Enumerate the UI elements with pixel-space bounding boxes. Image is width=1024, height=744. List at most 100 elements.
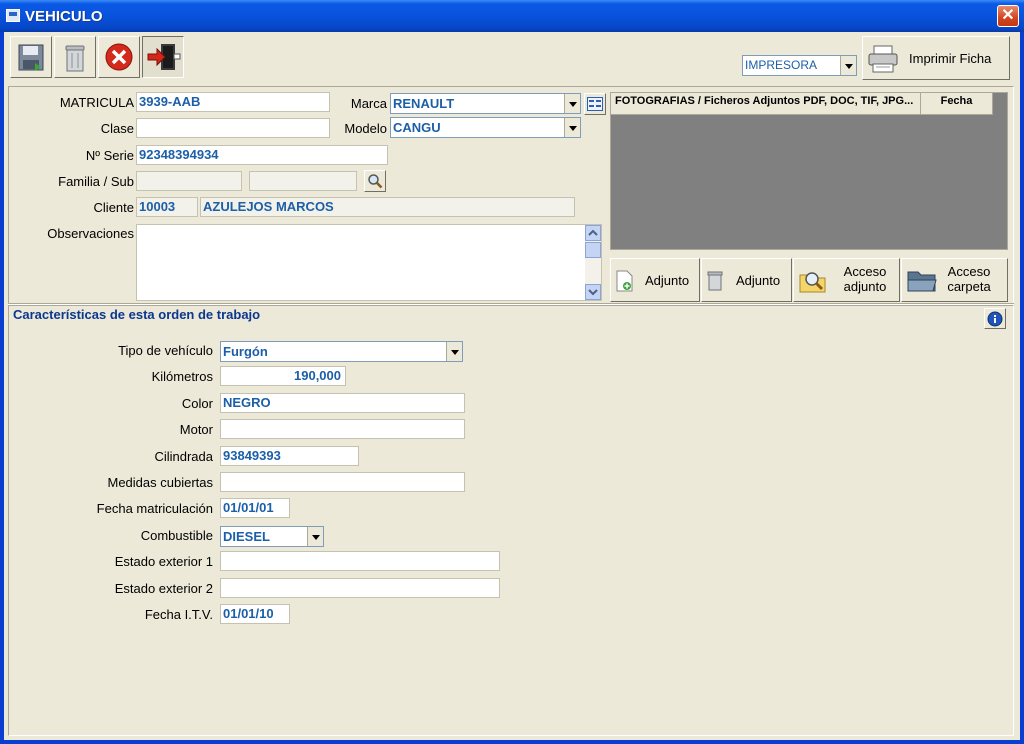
estado-exterior-2-field[interactable] [220,578,500,598]
estado-exterior-1-label: Estado exterior 1 [114,554,213,569]
clase-label: Clase [100,121,134,136]
modelo-label: Modelo [344,121,387,136]
attachments-date-header[interactable]: Fecha [921,93,993,115]
chevron-down-icon[interactable] [840,56,856,75]
marca-label: Marca [350,96,387,111]
chevron-down-icon[interactable] [446,342,462,361]
exit-door-icon [147,44,181,70]
scroll-down-button[interactable] [585,284,601,300]
subfamilia-field[interactable] [249,171,357,191]
delete-attachment-label: Adjunto [736,273,781,288]
chevron-down-icon[interactable] [564,118,580,137]
open-folder-line2: carpeta [947,279,991,294]
serie-label: Nº Serie [85,148,134,163]
window-title: VEHICULO [25,8,103,25]
chevron-down-icon [588,289,598,296]
add-attachment-button[interactable]: Adjunto [610,258,700,302]
open-folder-button[interactable]: Acceso carpeta [901,258,1008,302]
modelo-value: CANGU [393,120,441,135]
marca-select[interactable]: RENAULT [390,93,581,114]
kilometros-label: Kilómetros [151,369,213,384]
observaciones-scrollbar[interactable] [585,225,601,300]
marca-value: RENAULT [393,96,455,111]
add-attachment-icon [616,270,633,292]
printer-select[interactable]: IMPRESORA [742,55,857,76]
open-folder-icon [907,271,937,292]
cliente-code-field[interactable]: 10003 [136,197,198,217]
open-folder-label: Acceso carpeta [942,264,996,294]
cilindrada-label: Cilindrada [154,449,213,464]
medidas-field[interactable] [220,472,465,492]
printer-icon [868,45,898,73]
red-x-icon [105,43,133,71]
estado-exterior-2-label: Estado exterior 2 [114,581,213,596]
fecha-matriculacion-label: Fecha matriculación [96,501,213,516]
clase-field[interactable] [136,118,330,138]
scroll-up-button[interactable] [585,225,601,241]
open-attachment-line1: Acceso [843,264,887,279]
print-record-button[interactable]: Imprimir Ficha [862,36,1010,80]
color-field[interactable]: NEGRO [220,393,465,413]
delete-attachment-button[interactable]: Adjunto [701,258,792,302]
chevron-down-icon[interactable] [564,94,580,113]
familia-field[interactable] [136,171,242,191]
fecha-itv-label: Fecha I.T.V. [144,607,213,622]
print-record-label: Imprimir Ficha [909,51,992,66]
delete-attachment-icon [707,271,723,291]
printer-select-value: IMPRESORA [745,58,818,72]
matricula-label: MATRICULA [59,95,134,110]
close-button[interactable]: ✕ [997,5,1019,27]
scroll-thumb[interactable] [585,242,601,258]
floppy-disk-icon [18,44,44,71]
tipo-vehiculo-select[interactable]: Furgón [220,341,463,362]
attachments-files-header[interactable]: FOTOGRAFIAS / Ficheros Adjuntos PDF, DOC… [611,93,921,115]
exit-button[interactable] [142,36,184,78]
familia-search-button[interactable] [364,170,386,192]
tipo-vehiculo-value: Furgón [223,344,268,359]
motor-field[interactable] [220,419,465,439]
cilindrada-field[interactable]: 93849393 [220,446,359,466]
open-attachment-button[interactable]: Acceso adjunto [793,258,900,302]
delete-button[interactable] [54,36,96,78]
open-attachment-label: Acceso adjunto [838,264,892,294]
info-button[interactable] [984,308,1006,329]
kilometros-field[interactable]: 190,000 [220,366,346,386]
magnifier-icon [368,174,383,189]
attachments-grid[interactable]: FOTOGRAFIAS / Ficheros Adjuntos PDF, DOC… [610,92,1008,250]
client-area: IMPRESORA Imprimir Ficha MATRICULA 3939-… [4,32,1020,740]
motor-label: Motor [179,422,213,437]
combustible-value: DIESEL [223,529,270,544]
info-icon [987,311,1003,327]
cliente-label: Cliente [93,200,134,215]
observaciones-textarea[interactable] [136,224,602,301]
vehiculo-window: VEHICULO ✕ IMPRESORA Imprimir Ficha MATR… [0,0,1024,744]
modelo-select[interactable]: CANGU [390,117,581,138]
title-bar[interactable]: VEHICULO ✕ [0,0,1024,32]
color-label: Color [181,396,213,411]
chevron-up-icon [588,229,598,236]
serie-field[interactable]: 92348394934 [136,145,388,165]
tipo-vehiculo-label: Tipo de vehículo [118,343,213,358]
cliente-name-field[interactable]: AZULEJOS MARCOS [200,197,575,217]
familia-label: Familia / Sub [58,174,134,189]
fecha-itv-field[interactable]: 01/01/10 [220,604,290,624]
close-icon: ✕ [1001,7,1015,24]
magnifier-folder-icon [799,272,826,293]
combustible-select[interactable]: DIESEL [220,526,324,547]
estado-exterior-1-field[interactable] [220,551,500,571]
list-icon [587,97,603,111]
add-attachment-label: Adjunto [645,273,690,288]
cancel-button[interactable] [98,36,140,78]
app-icon [6,9,20,22]
save-button[interactable] [10,36,52,78]
chevron-down-icon[interactable] [307,527,323,546]
fecha-matriculacion-field[interactable]: 01/01/01 [220,498,290,518]
open-folder-line1: Acceso [947,264,991,279]
medidas-label: Medidas cubiertas [107,475,214,490]
matricula-field[interactable]: 3939-AAB [136,92,330,112]
section-title: Características de esta orden de trabajo [13,307,261,322]
observaciones-label: Observaciones [47,226,134,241]
combustible-label: Combustible [140,528,213,543]
open-attachment-line2: adjunto [843,279,887,294]
marca-list-button[interactable] [584,93,606,115]
